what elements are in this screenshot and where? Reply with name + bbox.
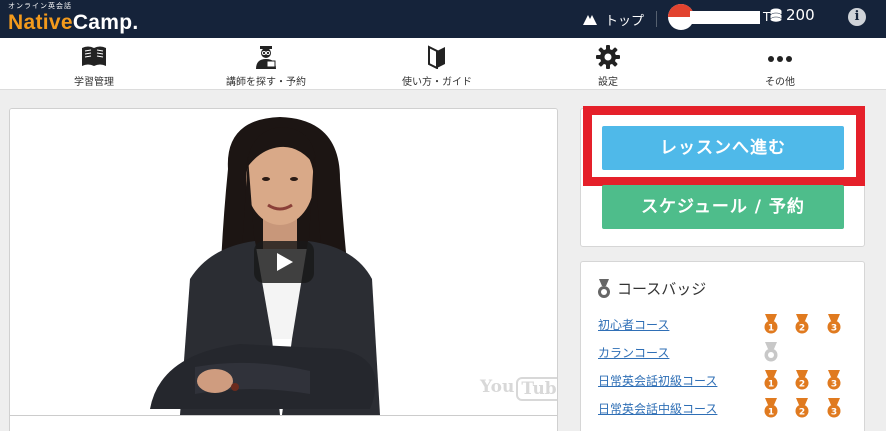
- top-header: オンライン英会話 NativeCamp. トップ T 200 i: [0, 0, 886, 38]
- logo-wordmark: NativeCamp.: [8, 11, 139, 34]
- course-link-callan[interactable]: カランコース: [598, 344, 669, 361]
- schedule-reserve-button[interactable]: スケジュール / 予約: [602, 185, 844, 229]
- list-item: カランコース: [598, 342, 848, 362]
- nav-label: その他: [765, 77, 795, 88]
- coin-balance[interactable]: 200: [770, 6, 815, 24]
- header-divider: [656, 11, 657, 27]
- info-icon[interactable]: i: [848, 8, 866, 26]
- medal-icon: [598, 278, 610, 298]
- beginner-mark-icon: [428, 45, 445, 69]
- list-item: 日常英会話初級コース: [598, 370, 848, 390]
- list-item: 初心者コース: [598, 314, 848, 334]
- video-player[interactable]: YouTube: [10, 109, 557, 415]
- nav-item-study-management[interactable]: 学習管理: [29, 38, 159, 90]
- course-badge-title: コースバッジ: [597, 278, 706, 299]
- youtube-logo[interactable]: YouTube: [480, 377, 557, 401]
- nav-item-find-teacher[interactable]: 講師を探す・予約: [201, 38, 331, 90]
- teacher-icon: [256, 46, 276, 69]
- nav-label: 使い方・ガイド: [402, 77, 472, 88]
- nav-label: 講師を探す・予約: [226, 77, 306, 88]
- intro-video-card: YouTube: [9, 108, 558, 431]
- go-to-lesson-button[interactable]: レッスンへ進む: [602, 126, 844, 170]
- divider: [10, 415, 557, 416]
- nav-item-guide[interactable]: 使い方・ガイド: [372, 38, 502, 90]
- gear-icon: [596, 45, 620, 69]
- nav-label: 設定: [598, 77, 618, 88]
- nav-item-other[interactable]: その他: [715, 38, 845, 90]
- more-dots-icon: [768, 56, 792, 62]
- nav-item-settings[interactable]: 設定: [543, 38, 673, 90]
- nativecamp-logo[interactable]: オンライン英会話 NativeCamp.: [8, 2, 139, 35]
- top-link[interactable]: トップ: [583, 0, 644, 38]
- play-button[interactable]: [254, 241, 314, 283]
- coin-count: 200: [786, 6, 815, 24]
- course-link-daily-intermediate[interactable]: 日常英会話中級コース: [598, 400, 717, 417]
- username-redacted: [690, 11, 760, 24]
- course-link-daily-beginner[interactable]: 日常英会話初級コース: [598, 372, 717, 389]
- book-icon: [82, 46, 106, 66]
- logo-subtitle: オンライン英会話: [8, 2, 72, 10]
- main-nav: 学習管理 講師を探す・予約 使い方・ガイド 設定 その他: [0, 38, 886, 90]
- nav-label: 学習管理: [74, 77, 114, 88]
- coin-stack-icon: [770, 8, 782, 22]
- home-logo-icon: [583, 15, 597, 25]
- course-link-beginner[interactable]: 初心者コース: [598, 316, 669, 333]
- list-item: 日常英会話中級コース: [598, 398, 848, 418]
- top-link-label: トップ: [605, 13, 645, 29]
